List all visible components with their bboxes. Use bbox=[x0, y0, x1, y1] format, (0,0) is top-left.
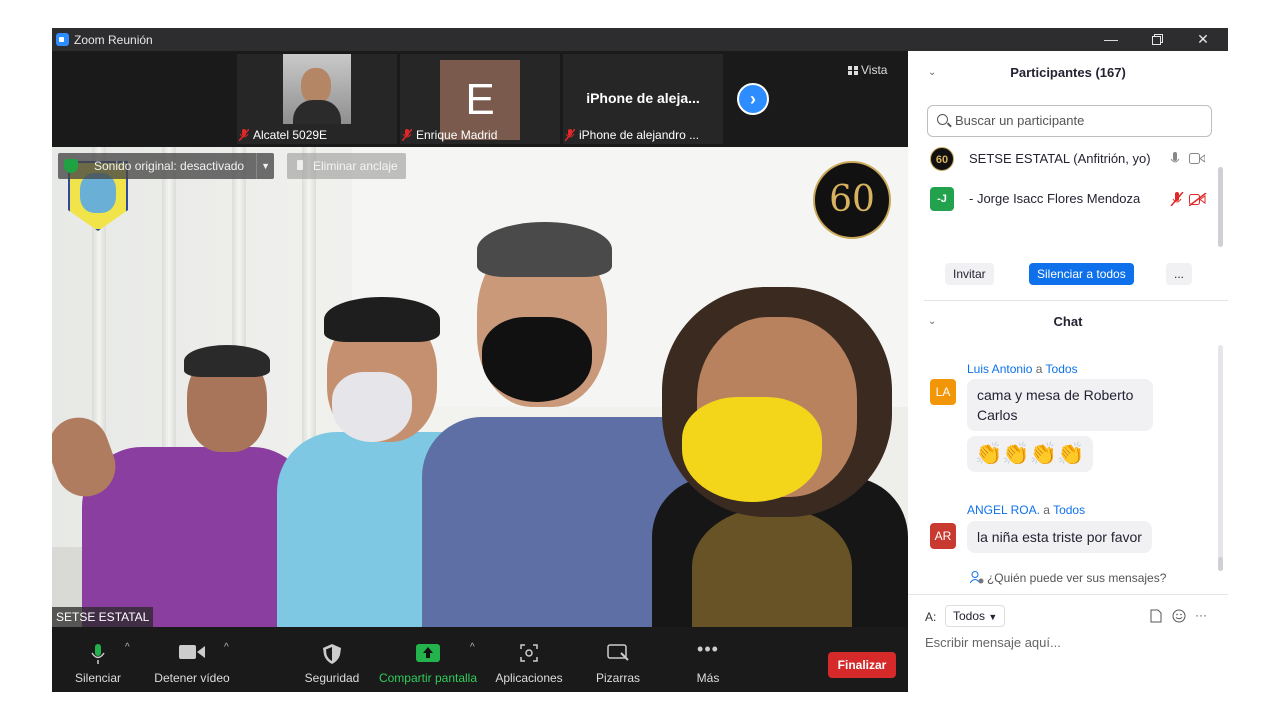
avatar: AR bbox=[930, 523, 956, 549]
chat-message: 👏👏👏👏 bbox=[967, 436, 1093, 472]
chat-header[interactable]: ⌄ Chat bbox=[908, 302, 1228, 342]
video-options-chevron-icon[interactable]: ^ bbox=[224, 642, 229, 653]
whiteboard-icon bbox=[607, 644, 629, 661]
thumbnail-alcatel[interactable]: Alcatel 5029E bbox=[237, 54, 397, 144]
chat-sender: ANGEL ROA. a Todos bbox=[967, 503, 1086, 517]
share-options-chevron-icon[interactable]: ^ bbox=[470, 642, 475, 653]
video-off-icon[interactable] bbox=[1189, 193, 1207, 206]
pin-icon bbox=[297, 160, 303, 170]
participant-video bbox=[283, 54, 351, 124]
participants-header[interactable]: ⌄ Participantes (167) bbox=[908, 53, 1228, 93]
unpin-button[interactable]: Eliminar anclaje bbox=[287, 153, 406, 179]
speaker-name-label: SETSE ESTATAL bbox=[52, 607, 154, 627]
thumbnail-name: Alcatel 5029E bbox=[239, 128, 327, 142]
video-camera-icon[interactable] bbox=[1189, 153, 1205, 164]
chat-message: la niña esta triste por favor bbox=[967, 521, 1152, 553]
participant-search-input[interactable]: Buscar un participante bbox=[927, 105, 1212, 137]
window-title: Zoom Reunión bbox=[74, 33, 153, 47]
invite-button[interactable]: Invitar bbox=[945, 263, 994, 285]
thumbnail-name: iPhone de alejandro ... bbox=[565, 128, 699, 142]
mic-muted-icon bbox=[239, 129, 249, 141]
mute-all-button[interactable]: Silenciar a todos bbox=[1029, 263, 1134, 285]
participants-more-button[interactable]: ... bbox=[1166, 263, 1193, 285]
zoom-window: Zoom Reunión — ✕ Alcatel 5029E E Enrique… bbox=[52, 28, 1228, 692]
participant-row[interactable]: -J - Jorge Isacc Flores Mendoza bbox=[930, 184, 1220, 214]
more-button[interactable]: ••• Más bbox=[678, 627, 738, 692]
meeting-toolbar: Silenciar ^ Detener vídeo ^ Seguridad Co… bbox=[52, 627, 908, 692]
next-page-arrow-icon[interactable]: › bbox=[737, 83, 769, 115]
chevron-down-icon[interactable]: ▼ bbox=[256, 153, 274, 179]
file-icon[interactable] bbox=[1150, 609, 1162, 623]
thumbnail-name: Enrique Madrid bbox=[402, 128, 497, 142]
grid-icon bbox=[848, 66, 858, 75]
shield-icon bbox=[323, 644, 341, 664]
thumbnail-enrique[interactable]: E Enrique Madrid bbox=[400, 54, 560, 144]
search-icon bbox=[937, 114, 948, 125]
whiteboards-button[interactable]: Pizarras bbox=[588, 627, 648, 692]
mute-button[interactable]: Silenciar bbox=[68, 627, 128, 692]
avatar: LA bbox=[930, 379, 956, 405]
side-panel: ⌄ Participantes (167) Buscar un particip… bbox=[908, 51, 1228, 692]
view-button[interactable]: Vista bbox=[848, 63, 887, 77]
share-screen-icon bbox=[416, 644, 440, 662]
audio-options-chevron-icon[interactable]: ^ bbox=[125, 642, 130, 653]
chevron-down-icon[interactable]: ⌄ bbox=[928, 302, 936, 342]
participant-display-name: iPhone de aleja... bbox=[586, 90, 700, 106]
avatar: -J bbox=[930, 187, 954, 211]
emoji-icon[interactable] bbox=[1172, 609, 1186, 623]
recipient-select[interactable]: Todos ▼ bbox=[945, 605, 1006, 627]
chat-message: cama y mesa de Roberto Carlos bbox=[967, 379, 1153, 431]
original-sound-toggle[interactable]: Sonido original: desactivado ▼ bbox=[58, 153, 275, 179]
security-button[interactable]: Seguridad bbox=[300, 627, 364, 692]
avatar: 60 bbox=[930, 147, 954, 171]
chat-sender: Luis Antonio a Todos bbox=[967, 362, 1078, 376]
thumbnail-iphone[interactable]: iPhone de aleja... iPhone de alejandro .… bbox=[563, 54, 723, 144]
thumbnail-strip: Alcatel 5029E E Enrique Madrid iPhone de… bbox=[52, 51, 908, 147]
recipient-label: A: bbox=[925, 610, 937, 624]
microphone-icon[interactable] bbox=[1170, 152, 1180, 166]
video-area: Alcatel 5029E E Enrique Madrid iPhone de… bbox=[52, 51, 908, 692]
close-icon[interactable]: ✕ bbox=[1188, 30, 1218, 48]
video-camera-icon bbox=[179, 645, 205, 659]
participant-row[interactable]: 60 SETSE ESTATAL (Anfitrión, yo) bbox=[930, 144, 1220, 174]
end-meeting-button[interactable]: Finalizar bbox=[828, 652, 896, 678]
chat-message-input[interactable]: Escribir mensaje aquí... bbox=[925, 635, 1215, 650]
mic-muted-icon bbox=[402, 129, 412, 141]
mic-muted-icon[interactable] bbox=[1170, 192, 1184, 206]
main-video: 60 Sonido original: desactivado ▼ Elimin… bbox=[52, 147, 908, 627]
chevron-down-icon: ▼ bbox=[988, 612, 998, 622]
share-screen-button[interactable]: Compartir pantalla bbox=[376, 627, 480, 692]
mic-muted-icon bbox=[565, 129, 575, 141]
person-icon bbox=[969, 571, 984, 584]
stop-video-button[interactable]: Detener vídeo bbox=[147, 627, 237, 692]
chat-scrollbar-thumb[interactable] bbox=[1218, 557, 1223, 571]
minimize-icon[interactable]: — bbox=[1096, 30, 1126, 48]
more-dots-icon: ••• bbox=[697, 639, 719, 659]
apps-icon bbox=[520, 644, 538, 662]
anniversary-60-logo: 60 bbox=[813, 161, 891, 239]
more-options-icon[interactable]: ··· bbox=[1195, 608, 1207, 622]
security-shield-icon bbox=[64, 159, 78, 173]
microphone-icon bbox=[91, 644, 105, 664]
title-bar: Zoom Reunión — ✕ bbox=[52, 28, 1228, 51]
apps-button[interactable]: Aplicaciones bbox=[492, 627, 566, 692]
who-can-see-messages-link[interactable]: ¿Quién puede ver sus mensajes? bbox=[908, 571, 1228, 585]
chevron-down-icon[interactable]: ⌄ bbox=[928, 53, 936, 93]
zoom-logo-icon bbox=[56, 33, 69, 46]
restore-icon[interactable] bbox=[1142, 30, 1172, 48]
chat-scrollbar-track[interactable] bbox=[1218, 345, 1223, 571]
participants-scrollbar[interactable] bbox=[1218, 167, 1223, 247]
